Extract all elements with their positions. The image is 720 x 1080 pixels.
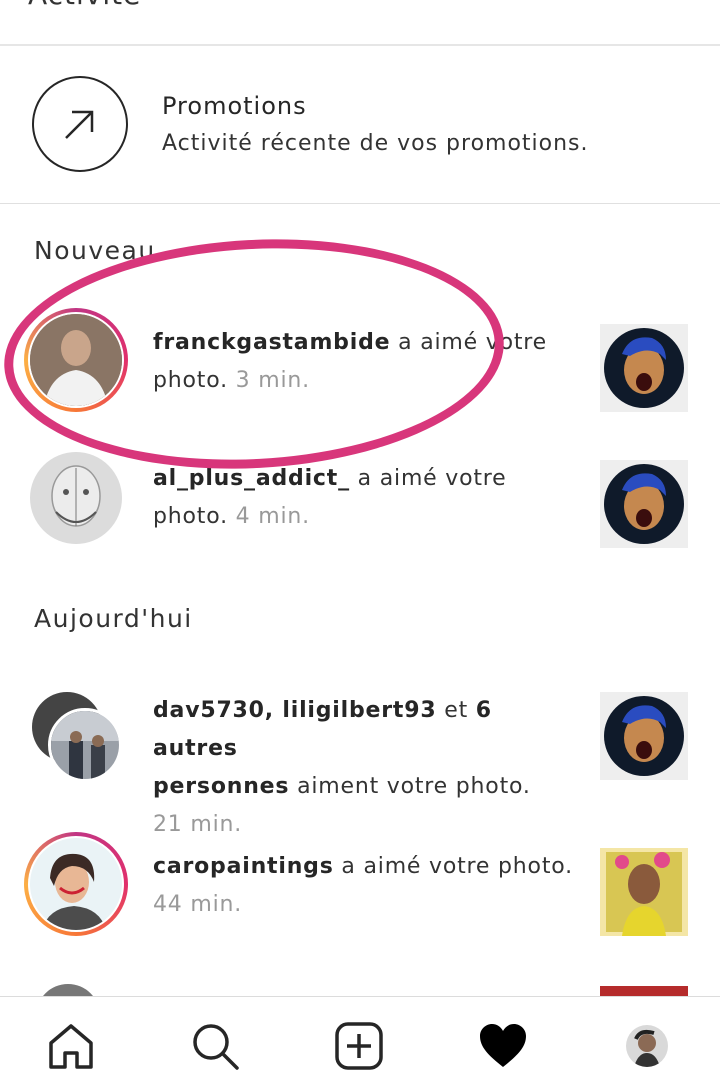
section-label-today: Aujourd'hui bbox=[34, 604, 193, 633]
page-title: Activité bbox=[28, 0, 141, 11]
activity-heart-icon[interactable] bbox=[478, 1021, 528, 1071]
avatar[interactable] bbox=[48, 708, 122, 782]
new-post-icon[interactable] bbox=[334, 1021, 384, 1071]
notification-text: al_plus_addict_ a aimé votre photo. 4 mi… bbox=[153, 466, 507, 529]
notification-time: 21 min. bbox=[153, 812, 243, 837]
post-thumbnail[interactable] bbox=[600, 848, 688, 936]
notification-username[interactable]: caropaintings bbox=[153, 854, 334, 879]
post-thumbnail[interactable] bbox=[600, 460, 688, 548]
promotions-subtitle: Activité récente de vos promotions. bbox=[162, 131, 589, 156]
arrow-up-right-icon bbox=[32, 76, 128, 172]
notification-text: dav5730, liligilbert93 et 6 autres perso… bbox=[153, 698, 531, 837]
highlight-annotation bbox=[0, 227, 510, 481]
notification-username[interactable]: dav5730, liligilbert93 bbox=[153, 698, 436, 723]
post-thumbnail[interactable] bbox=[600, 692, 688, 780]
notification-username[interactable]: al_plus_addict_ bbox=[153, 466, 350, 491]
promotions-divider bbox=[0, 203, 720, 204]
promotions-row[interactable]: Promotions Activité récente de vos promo… bbox=[0, 46, 720, 204]
home-icon[interactable] bbox=[46, 1021, 96, 1071]
notification-time: 44 min. bbox=[153, 892, 243, 917]
notification-text: caropaintings a aimé votre photo. 44 min… bbox=[153, 854, 573, 917]
bottom-tab-bar bbox=[0, 996, 720, 1080]
post-thumbnail[interactable] bbox=[600, 324, 688, 412]
profile-avatar[interactable] bbox=[626, 1025, 668, 1067]
search-icon[interactable] bbox=[190, 1021, 240, 1071]
avatar[interactable] bbox=[30, 838, 122, 930]
promotions-title: Promotions bbox=[162, 92, 307, 120]
avatar[interactable] bbox=[30, 452, 122, 544]
notification-time: 4 min. bbox=[235, 504, 310, 529]
